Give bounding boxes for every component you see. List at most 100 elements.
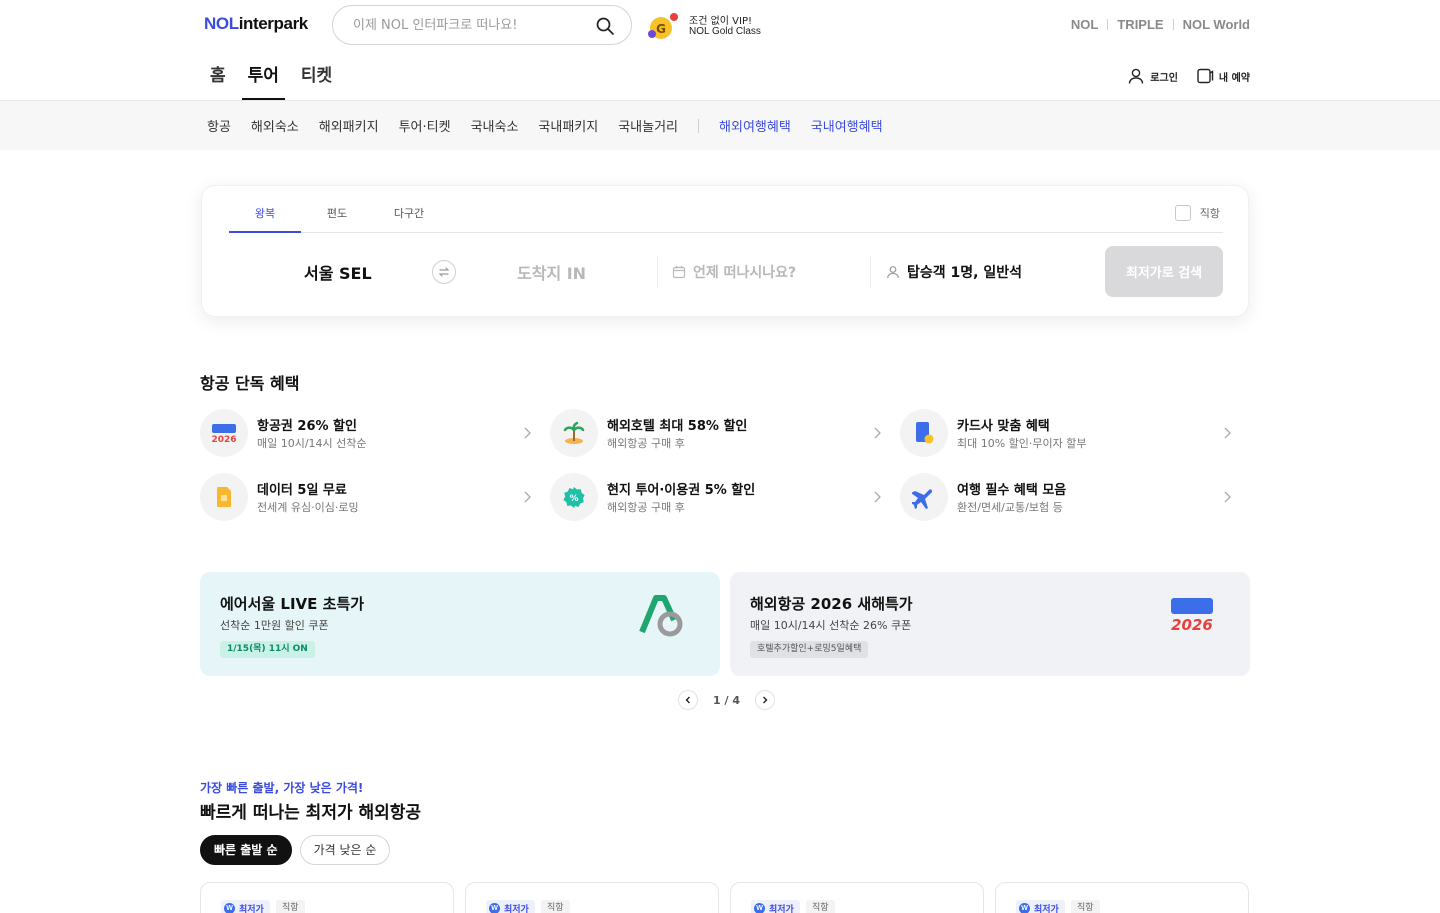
chevron-right-icon xyxy=(874,427,881,439)
benefit-sub: 환전/면세/교통/보험 등 xyxy=(957,501,1063,514)
flight-card[interactable]: W 최저가 직항 xyxy=(200,882,454,913)
tab-ticket[interactable]: 티켓 xyxy=(295,56,338,100)
tab-round-trip[interactable]: 왕복 xyxy=(229,200,301,233)
subnav-item-overseas-package[interactable]: 해외패키지 xyxy=(319,116,379,135)
benefit-sub: 해외항공 구매 후 xyxy=(607,437,685,450)
promo-title: 에어서울 LIVE 초특가 xyxy=(220,595,365,613)
plane-icon xyxy=(912,489,932,509)
promo-banner-newyear[interactable]: 해외항공 2026 새해특가 매일 10시/14시 선착순 26% 쿠폰 호텔추… xyxy=(730,572,1250,676)
prev-button[interactable] xyxy=(678,690,698,710)
passenger-field[interactable]: 탑승객 1명, 일반석 xyxy=(886,262,1022,282)
vip-line1: 조건 없이 VIP! xyxy=(689,16,752,27)
direct-tag: 직항 xyxy=(1071,900,1100,913)
direct-checkbox[interactable] xyxy=(1174,205,1191,221)
trip-type-tabs: 왕복 편도 다구간 xyxy=(229,200,1223,233)
benefit-item[interactable]: 2026 항공권 26% 할인 매일 10시/14시 선착순 xyxy=(200,409,540,457)
direct-tag: 직항 xyxy=(276,900,305,913)
chevron-right-icon xyxy=(1224,491,1231,503)
direct-tag: 직항 xyxy=(806,900,835,913)
promo-badge: 호텔추가할인+로밍5일혜택 xyxy=(750,641,869,658)
subnav-item-tour-ticket[interactable]: 투어·티켓 xyxy=(399,116,451,135)
chevron-right-icon xyxy=(874,491,881,503)
departure-field[interactable]: 서울 SEL xyxy=(304,260,372,284)
swap-icon xyxy=(438,267,450,277)
subnav-item-domestic-package[interactable]: 국내패키지 xyxy=(538,116,598,135)
sort-chips: 빠른 출발 순 가격 낮은 순 xyxy=(200,835,398,865)
benefit-item[interactable]: 카드사 맞춤 혜택 최대 10% 할인·무이자 할부 xyxy=(900,409,1240,457)
benefit-item[interactable]: % 현지 투어·이용권 5% 할인 해외항공 구매 후 xyxy=(550,473,890,521)
search-box[interactable] xyxy=(332,5,632,45)
tab-one-way[interactable]: 편도 xyxy=(301,200,373,232)
search-input[interactable] xyxy=(353,15,583,35)
person-icon xyxy=(887,266,899,279)
tab-multi-city[interactable]: 다구간 xyxy=(373,200,445,232)
next-button[interactable] xyxy=(754,690,775,710)
search-lowest-price-button[interactable]: 최저가로 검색 xyxy=(1105,246,1223,297)
tab-tour[interactable]: 투어 xyxy=(241,56,286,100)
brand-triple[interactable]: TRIPLE xyxy=(1117,17,1163,32)
tag-label: 최저가 xyxy=(239,904,264,913)
direct-label: 직항 xyxy=(1199,207,1220,220)
brand-nol-world[interactable]: NOL World xyxy=(1183,17,1250,32)
divider xyxy=(1172,19,1174,30)
subnav-item-overseas-stay[interactable]: 해외숙소 xyxy=(251,116,299,135)
date-field[interactable]: 언제 떠나시나요? xyxy=(672,262,796,282)
benefit-title: 항공권 26% 할인 xyxy=(257,419,357,434)
tag-label: 최저가 xyxy=(1034,904,1059,913)
my-booking-button[interactable]: 내 예약 xyxy=(1196,67,1250,85)
benefit-icon-wrap xyxy=(550,409,598,457)
sort-fastest-chip[interactable]: 빠른 출발 순 xyxy=(200,835,292,865)
search-icon[interactable] xyxy=(595,16,615,36)
header: NOLinterpark G 조건 없이 VIP! NOL Gold Class… xyxy=(0,0,1440,101)
benefit-title: 해외호텔 최대 58% 할인 xyxy=(607,419,748,434)
main-tabs: 홈 투어 티켓 xyxy=(204,56,348,100)
promo-badge: 1/15(목) 11시 ON xyxy=(220,641,315,658)
subnav-item-domestic-stay[interactable]: 국내숙소 xyxy=(471,116,519,135)
sort-lowest-price-chip[interactable]: 가격 낮은 순 xyxy=(299,835,391,865)
newyear-2026-icon: 2026 xyxy=(211,424,237,445)
tab-home[interactable]: 홈 xyxy=(204,56,232,100)
svg-text:G: G xyxy=(656,22,666,36)
svg-text:%: % xyxy=(569,494,578,504)
nol-interpark-logo[interactable]: NOLinterpark xyxy=(204,14,308,34)
subnav-item-domestic-activity[interactable]: 국내놀거리 xyxy=(618,116,678,135)
benefit-icon-wrap: % xyxy=(550,473,598,521)
benefit-title: 데이터 5일 무료 xyxy=(257,483,347,498)
subnav-item-domestic-benefits[interactable]: 국내여행혜택 xyxy=(811,116,883,135)
logo-nol: NOL xyxy=(204,14,239,33)
tag-label: 최저가 xyxy=(504,904,529,913)
direct-flight-toggle[interactable]: 직항 xyxy=(1174,205,1220,221)
w-logo-icon: W xyxy=(1019,902,1030,913)
flight-card[interactable]: W 최저가 직항 xyxy=(730,882,984,913)
island-icon xyxy=(563,421,585,444)
vip-gold-badge-icon: G xyxy=(648,13,678,39)
arrival-field[interactable]: 도착지 IN xyxy=(517,260,586,284)
subnav-item-overseas-benefits[interactable]: 해외여행혜택 xyxy=(719,116,791,135)
date-placeholder: 언제 떠나시나요? xyxy=(693,265,797,281)
benefit-title: 카드사 맞춤 혜택 xyxy=(957,419,1050,434)
logo-interpark: interpark xyxy=(238,14,309,33)
benefit-item[interactable]: 해외호텔 최대 58% 할인 해외항공 구매 후 xyxy=(550,409,890,457)
subnav-item-flight[interactable]: 항공 xyxy=(207,116,231,135)
benefit-title: 현지 투어·이용권 5% 할인 xyxy=(607,483,756,498)
promo-banner-airseoul[interactable]: 에어서울 LIVE 초특가 선착순 1만원 할인 쿠폰 1/15(목) 11시 … xyxy=(200,572,720,676)
flight-card[interactable]: W 최저가 직항 xyxy=(465,882,719,913)
chevron-right-icon xyxy=(524,491,531,503)
login-label: 로그인 xyxy=(1150,72,1178,84)
brand-nol[interactable]: NOL xyxy=(1071,17,1098,32)
divider xyxy=(657,256,658,288)
user-utilities: 로그인 내 예약 xyxy=(1109,67,1250,85)
flight-card[interactable]: W 최저가 직항 xyxy=(995,882,1249,913)
benefit-sub: 전세계 유심·이심·로밍 xyxy=(257,501,359,514)
divider xyxy=(1107,19,1109,30)
login-button[interactable]: 로그인 xyxy=(1127,67,1178,85)
benefit-item[interactable]: 여행 필수 혜택 모음 환전/면세/교통/보험 등 xyxy=(900,473,1240,521)
swap-button[interactable] xyxy=(432,260,456,284)
chevron-right-icon xyxy=(1224,427,1231,439)
benefit-sub: 해외항공 구매 후 xyxy=(607,501,685,514)
benefit-sub: 매일 10시/14시 선착순 xyxy=(257,437,367,450)
benefit-item[interactable]: 데이터 5일 무료 전세계 유심·이심·로밍 xyxy=(200,473,540,521)
benefit-sub: 최대 10% 할인·무이자 할부 xyxy=(957,437,1087,450)
benefit-icon-wrap xyxy=(200,473,248,521)
svg-text:2026: 2026 xyxy=(1171,616,1213,634)
